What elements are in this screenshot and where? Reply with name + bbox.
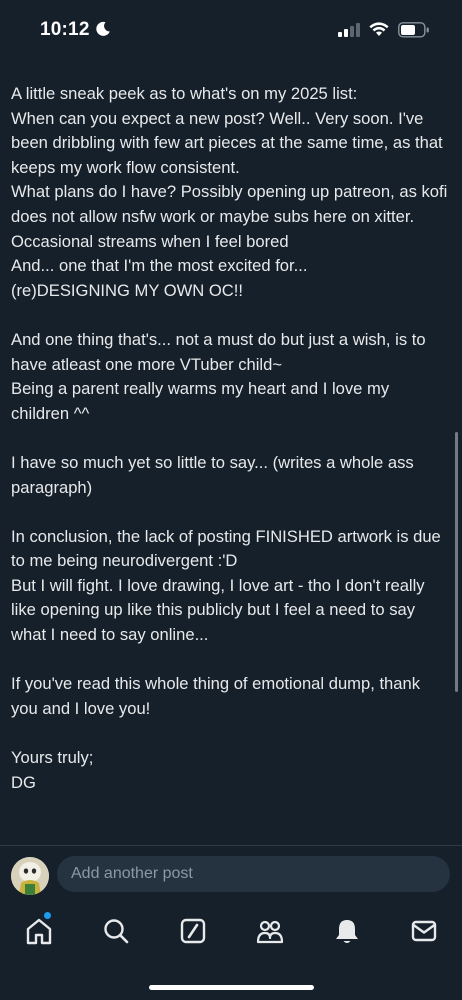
status-bar: 10:12	[0, 0, 462, 62]
notifications-icon[interactable]	[332, 916, 362, 946]
post-body: A little sneak peek as to what's on my 2…	[11, 82, 449, 795]
post-paragraph: And one thing that's... not a must do bu…	[11, 329, 426, 423]
avatar[interactable]	[11, 857, 49, 895]
home-indicator[interactable]	[149, 985, 314, 990]
search-icon[interactable]	[101, 916, 131, 946]
grok-icon[interactable]	[178, 916, 208, 946]
cellular-signal-icon	[338, 23, 360, 37]
post-paragraph: I have so much yet so little to say... (…	[11, 452, 414, 497]
moon-icon	[96, 21, 110, 36]
post-signature: Yours truly; DG	[11, 748, 94, 792]
post-paragraph: A little sneak peek as to what's on my 2…	[11, 84, 448, 300]
post-paragraph: In conclusion, the lack of posting FINIS…	[11, 526, 441, 645]
home-icon[interactable]	[24, 916, 54, 946]
messages-icon[interactable]	[409, 916, 439, 946]
battery-icon	[398, 22, 429, 38]
scrollbar[interactable]	[455, 432, 458, 692]
wifi-icon	[369, 22, 389, 36]
reply-bar: Add another post	[0, 845, 462, 902]
reply-input[interactable]: Add another post	[57, 856, 450, 892]
avatar-image	[11, 857, 49, 895]
post-paragraph: If you've read this whole thing of emoti…	[11, 674, 421, 718]
status-time: 10:12	[40, 19, 90, 40]
home-notification-dot	[44, 912, 51, 919]
communities-icon[interactable]	[255, 916, 285, 946]
